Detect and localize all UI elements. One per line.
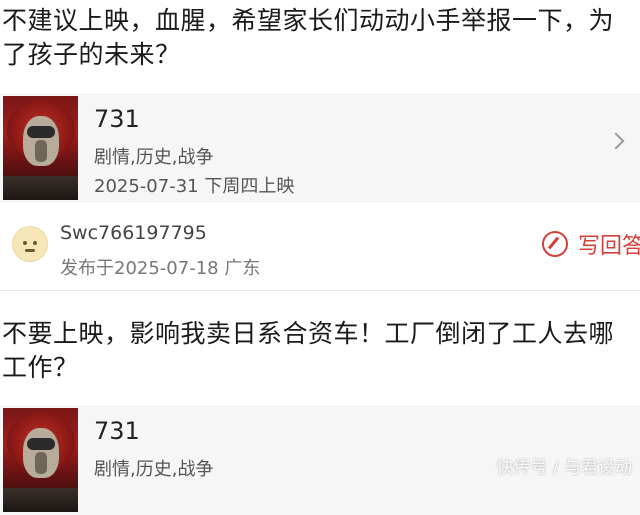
poster-ground: [3, 176, 78, 200]
author-row: Swc766197795 发布于2025-07-18 广东 写回答: [0, 212, 640, 290]
author-name[interactable]: Swc766197795: [60, 222, 207, 244]
post-meta: 发布于2025-07-18 广东: [60, 258, 261, 279]
movie-title: 731: [94, 417, 140, 445]
poster-mask: [27, 126, 55, 138]
poster-snout: [35, 452, 47, 474]
edit-icon: [541, 231, 568, 257]
reply-label: 写回答: [577, 234, 640, 259]
poster-snout: [35, 140, 47, 162]
watermark: 快传号 / 与君设动: [496, 458, 632, 478]
movie-poster[interactable]: [3, 408, 78, 512]
poster-ground: [3, 488, 78, 512]
divider: [0, 290, 640, 291]
avatar-eye-right: [33, 241, 37, 245]
movie-genre: 剧情,历史,战争: [94, 459, 214, 480]
avatar[interactable]: [12, 226, 48, 262]
comment-text-2: 不要上映，影响我卖日系合资车！工厂倒闭了工人去哪工作？: [2, 319, 615, 382]
movie-title: 731: [94, 105, 140, 133]
movie-genre: 剧情,历史,战争: [94, 147, 214, 168]
avatar-eye-left: [23, 241, 27, 245]
movie-card-1[interactable]: 731 剧情,历史,战争 2025-07-31 下周四上映: [0, 93, 640, 203]
avatar-mouth: [25, 249, 35, 252]
movie-poster[interactable]: [3, 96, 78, 200]
chevron-right-icon[interactable]: [607, 132, 625, 150]
poster-mask: [27, 438, 55, 450]
comment-text-1: 不建议上映，血腥，希望家长们动动小手举报一下，为了孩子的未来？: [2, 6, 615, 69]
reply-button[interactable]: 写回答: [541, 226, 640, 262]
movie-release-date: 2025-07-31 下周四上映: [94, 176, 295, 197]
